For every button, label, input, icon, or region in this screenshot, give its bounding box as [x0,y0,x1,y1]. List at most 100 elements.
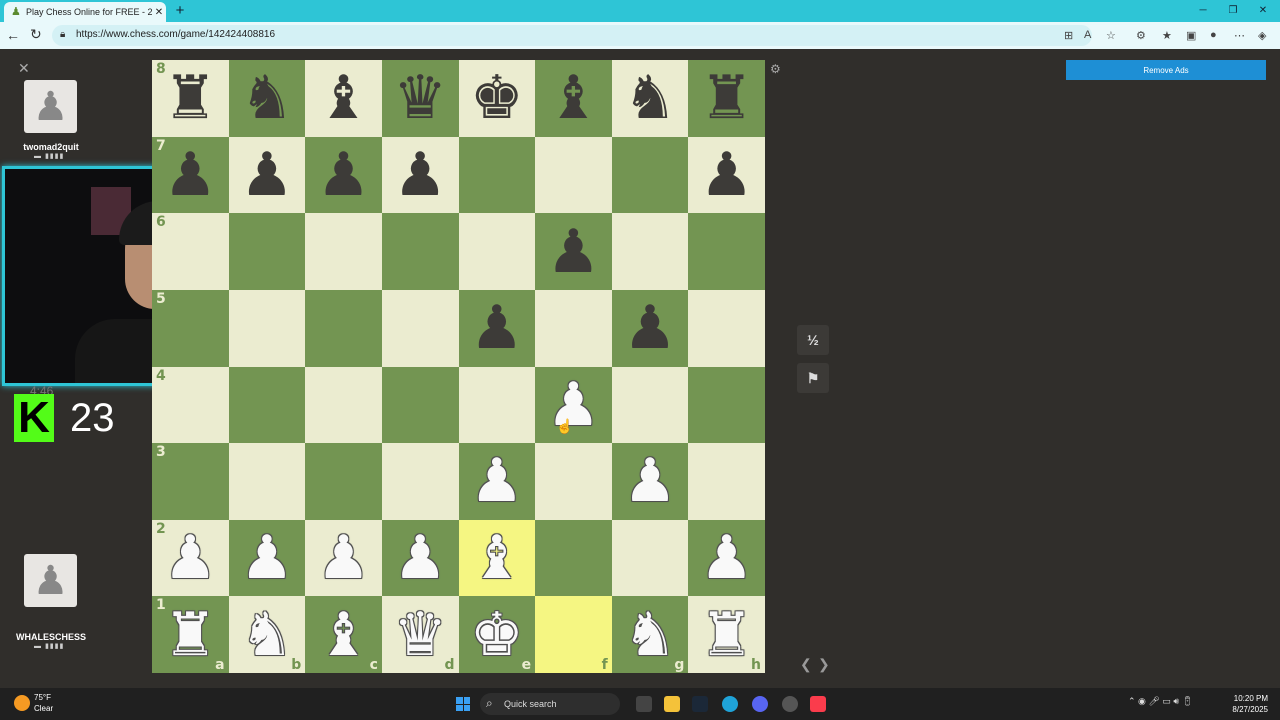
white-king-icon[interactable]: ♚ [470,605,524,665]
square-a8[interactable]: ♜ 8 [152,60,229,137]
system-tray-icons[interactable]: ⌃ ◉ 🎤︎ ▭ 🔊︎ 🔋︎ [1128,696,1193,707]
square-b3[interactable] [228,443,306,520]
square-b5[interactable] [228,289,306,367]
white-bishop-icon[interactable]: ♝ [470,528,524,588]
file-explorer-icon[interactable] [664,696,680,712]
white-rook-icon[interactable]: ♜ [700,605,754,665]
square-a4[interactable]: 4 [152,366,229,444]
square-e6[interactable] [458,213,536,290]
square-g3[interactable]: ♟ [611,443,689,520]
white-pawn-icon[interactable]: ♟ [163,528,217,588]
browser-tab[interactable]: ♟ Play Chess Online for FREE - 2 Pla ✕ [4,2,166,22]
square-b8[interactable]: ♞ [228,60,306,137]
white-pawn-icon[interactable]: ♟ [470,451,524,511]
square-c5[interactable] [305,289,382,367]
square-f1[interactable]: f [535,596,612,673]
white-rook-icon[interactable]: ♜ [163,605,217,665]
square-b4[interactable] [228,366,306,444]
square-a7[interactable]: ♟ 7 [152,136,229,214]
black-pawn-icon[interactable]: ♟ [700,145,754,205]
black-bishop-icon[interactable]: ♝ [317,68,371,128]
new-tab-button[interactable]: + [172,2,188,20]
copilot-icon[interactable]: ◈ [1258,29,1266,42]
apps-icon[interactable]: ⊞ [1064,29,1073,42]
remove-ads-button[interactable]: Remove Ads [1066,60,1266,80]
square-a1[interactable]: ♜ 1 a [152,596,229,673]
square-h7[interactable]: ♟ [688,136,765,214]
square-b2[interactable]: ♟ [228,519,306,597]
back-arrow-icon[interactable]: ← [6,27,20,43]
black-pawn-icon[interactable]: ♟ [393,145,447,205]
square-d5[interactable] [381,289,459,367]
black-bishop-icon[interactable]: ♝ [547,68,601,128]
square-g1[interactable]: ♞ g [611,596,689,673]
square-b6[interactable] [228,213,306,290]
profile-icon[interactable]: ● [1210,29,1217,41]
white-queen-icon[interactable]: ♛ [393,605,447,665]
white-pawn-icon[interactable]: ♟ [700,528,754,588]
square-c2[interactable]: ♟ [305,519,382,597]
taskbar-search[interactable]: ⌕ Quick search [480,693,620,715]
square-e2[interactable]: ♝ [458,519,536,597]
clock-time[interactable]: 10:20 PM [1218,694,1268,703]
square-a3[interactable]: 3 [152,443,229,520]
square-c3[interactable] [305,443,382,520]
more-menu-icon[interactable]: ⋯ [1234,29,1245,42]
settings-app-icon[interactable] [782,696,798,712]
square-d4[interactable] [381,366,459,444]
offer-draw-button[interactable]: ½ [797,325,829,355]
square-f4[interactable]: ♟ [535,366,612,444]
square-d2[interactable]: ♟ [381,519,459,597]
black-pawn-icon[interactable]: ♟ [623,298,677,358]
black-king-icon[interactable]: ♚ [470,68,524,128]
square-g7[interactable] [611,136,689,214]
square-c6[interactable] [305,213,382,290]
square-g8[interactable]: ♞ [611,60,689,137]
square-g6[interactable] [611,213,689,290]
square-b1[interactable]: ♞ b [228,596,306,673]
extensions-icon[interactable]: ⚙ [1136,29,1146,42]
black-rook-icon[interactable]: ♜ [163,68,217,128]
square-g2[interactable] [611,519,689,597]
square-h6[interactable] [688,213,765,290]
square-d6[interactable] [381,213,459,290]
square-a5[interactable]: 5 [152,289,229,367]
square-f3[interactable] [535,443,612,520]
next-move-icon[interactable]: ❯ [818,656,830,673]
square-e8[interactable]: ♚ [458,60,536,137]
reload-icon[interactable]: ↻ [30,26,42,43]
square-g5[interactable]: ♟ [611,289,689,367]
black-pawn-icon[interactable]: ♟ [240,145,294,205]
square-e3[interactable]: ♟ [458,443,536,520]
black-pawn-icon[interactable]: ♟ [163,145,217,205]
weather-icon[interactable] [14,695,30,711]
square-d8[interactable]: ♛ [381,60,459,137]
steam-icon[interactable] [692,696,708,712]
square-d1[interactable]: ♛ d [381,596,459,673]
square-f7[interactable] [535,136,612,214]
square-f2[interactable] [535,519,612,597]
weather-temperature[interactable]: 75°F [34,693,51,702]
black-rook-icon[interactable]: ♜ [700,68,754,128]
board-settings-icon[interactable]: ⚙ [770,62,781,76]
square-c1[interactable]: ♝ c [305,596,382,673]
square-f5[interactable] [535,289,612,367]
white-pawn-icon[interactable]: ♟ [317,528,371,588]
square-h5[interactable] [688,289,765,367]
square-e7[interactable] [458,136,536,214]
square-a6[interactable]: 6 [152,213,229,290]
square-c8[interactable]: ♝ [305,60,382,137]
close-window-button[interactable]: ✕ [1248,2,1278,20]
previous-move-icon[interactable]: ❮ [800,656,812,673]
square-d7[interactable]: ♟ [381,136,459,214]
maximize-button[interactable]: ❐ [1218,2,1248,20]
square-h4[interactable] [688,366,765,444]
white-knight-icon[interactable]: ♞ [240,605,294,665]
square-e5[interactable]: ♟ [458,289,536,367]
avatar-bottom-player[interactable]: ♟ [24,554,77,607]
windows-start-icon[interactable] [456,697,470,711]
resign-flag-icon[interactable]: ⚑ [797,363,829,393]
square-c7[interactable]: ♟ [305,136,382,214]
white-knight-icon[interactable]: ♞ [623,605,677,665]
black-pawn-icon[interactable]: ♟ [547,222,601,282]
